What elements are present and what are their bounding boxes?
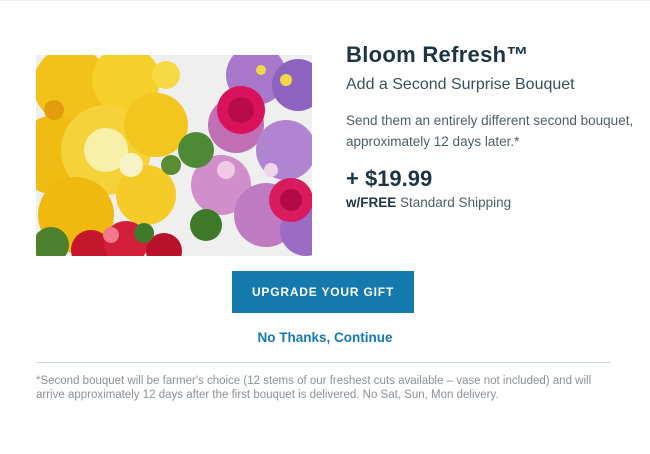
shipping-info: w/FREE Standard Shipping bbox=[346, 195, 636, 210]
product-description: Send them an entirely different second b… bbox=[346, 113, 634, 149]
product-info: Bloom Refresh™ Add a Second Surprise Bou… bbox=[346, 40, 636, 210]
product-subtitle: Add a Second Surprise Bouquet bbox=[346, 76, 575, 93]
shipping-free-label: w/FREE bbox=[346, 195, 397, 210]
footnote-text: *Second bouquet will be farmer's choice … bbox=[36, 375, 592, 401]
upgrade-gift-button[interactable]: UPGRADE YOUR GIFT bbox=[232, 271, 414, 313]
bouquet-illustration bbox=[36, 55, 312, 256]
shipping-method: Standard Shipping bbox=[396, 195, 512, 210]
product-image bbox=[36, 55, 312, 256]
product-title: Bloom Refresh™ bbox=[346, 42, 529, 67]
no-thanks-link[interactable]: No Thanks, Continue bbox=[0, 330, 650, 345]
product-price: + $19.99 bbox=[346, 166, 433, 191]
top-divider bbox=[0, 0, 650, 1]
footnote-divider bbox=[36, 362, 610, 363]
